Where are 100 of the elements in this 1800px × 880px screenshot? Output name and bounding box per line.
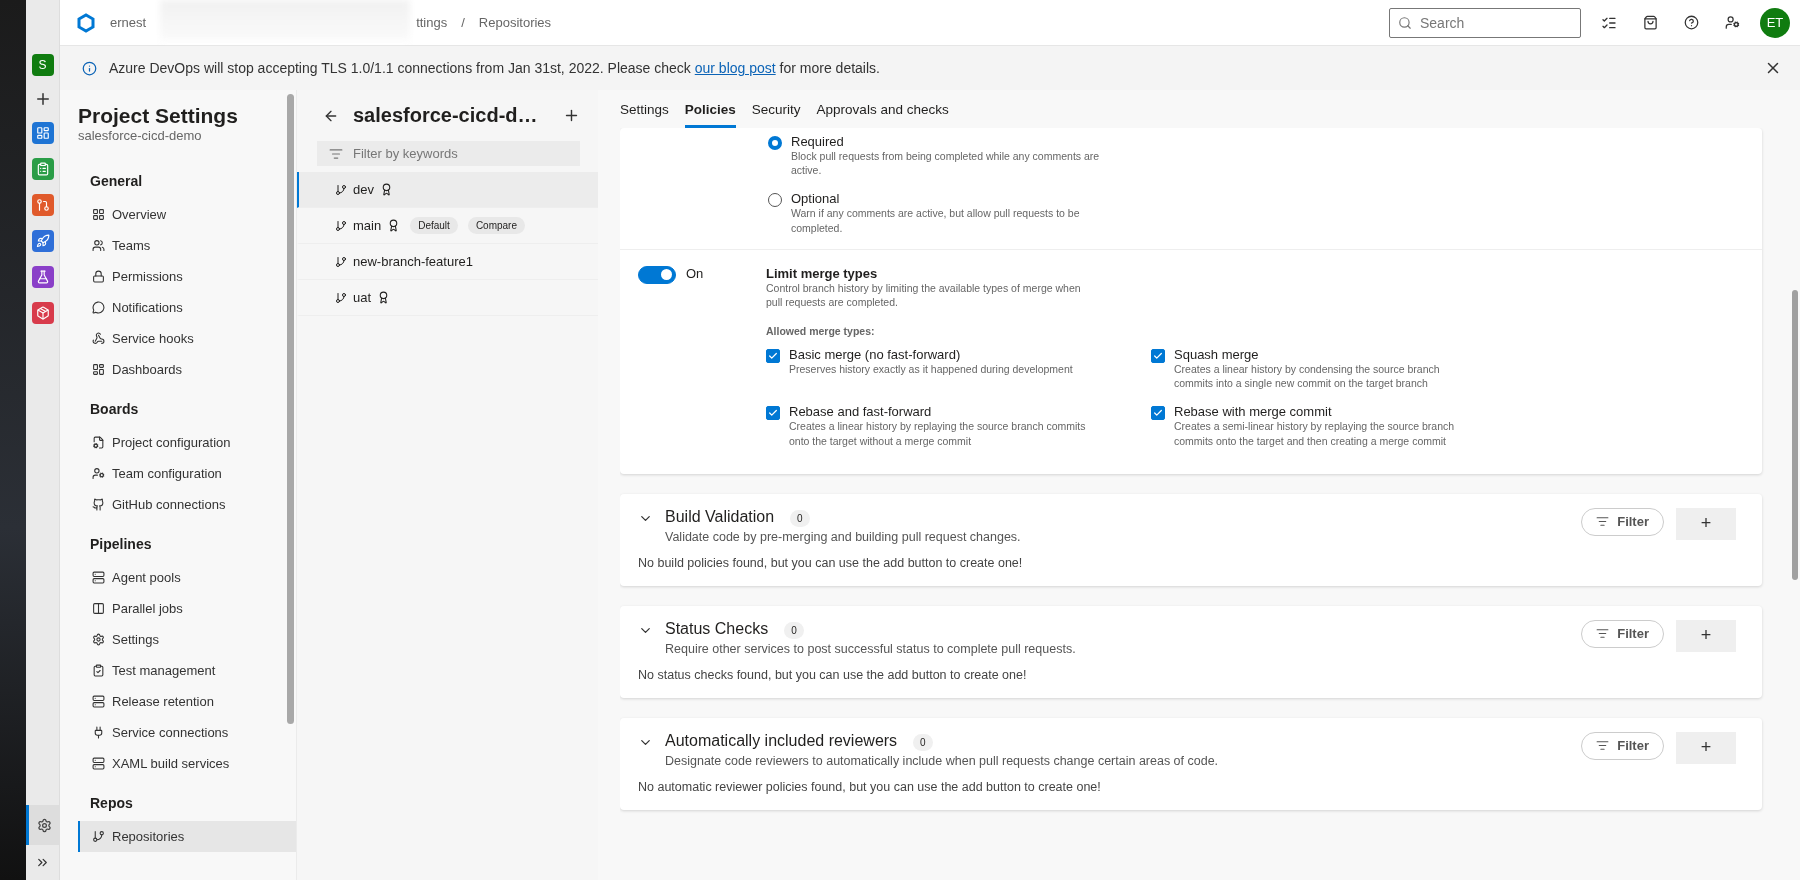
checkbox[interactable] [766,406,780,421]
toggle-switch[interactable] [638,265,676,284]
option-description: Warn if any comments are active, but allow pull requests to be completed. [791,206,1081,235]
check-icon [1153,351,1163,362]
nav-item[interactable]: Release retention [78,686,296,717]
filter-icon [329,146,343,161]
checkbox[interactable] [766,349,780,364]
add-button[interactable]: + [1676,507,1736,540]
nav-item[interactable]: GitHub connections [78,489,296,520]
tab[interactable]: Security [751,94,801,128]
nav-item[interactable]: Notifications [78,292,296,323]
add-button[interactable]: + [1676,619,1736,652]
service-icon[interactable] [31,266,54,288]
branch-tag: Default [410,217,458,234]
count-badge: 0 [913,733,933,751]
count-badge: 0 [784,621,804,639]
blog-post-link[interactable]: our blog post [694,60,776,76]
search-field[interactable]: Search [1389,7,1581,38]
add-icon[interactable] [563,107,580,124]
section-description: Validate code by pre-merging and building pull request changes. [665,529,1021,544]
breadcrumb-item[interactable]: Repositories [478,15,552,30]
service-icon[interactable] [31,158,54,180]
breadcrumb-item[interactable]: ernest [110,15,147,30]
branch-name: dev [353,182,374,197]
branch-icon [335,219,347,232]
checkbox[interactable] [1151,349,1165,364]
nav-item-label: Permissions [112,269,183,284]
empty-message: No build policies found, but you can use the add button to create one! [637,554,1024,572]
nav-item[interactable]: Teams [78,230,296,261]
nav-item-icon [92,664,105,677]
nav-item-icon [92,208,105,221]
policy-description: Control branch history by limiting the available types of merge when pull requests are completed. [766,281,1082,310]
filter-button[interactable]: Filter [1581,731,1664,760]
checkbox[interactable] [1151,406,1165,421]
settings-icon[interactable] [26,805,59,845]
nav-item[interactable]: Settings [78,624,296,655]
option-description: Creates a linear history by condensing the source branch commits into a single new commit on the target branch [1174,362,1441,391]
organization-avatar[interactable]: S [31,54,54,76]
nav-section-heading: Repos [90,795,134,811]
nav-item-icon [92,633,105,646]
add-button[interactable]: + [1676,731,1736,764]
nav-item[interactable]: Test management [78,655,296,686]
nav-item[interactable]: Parallel jobs [78,593,296,624]
nav-item-icon [92,498,105,511]
nav-item[interactable]: Team configuration [78,458,296,489]
service-icon[interactable] [31,230,54,252]
branch-row[interactable]: uat [297,280,598,316]
nav-item-label: Overview [112,207,167,222]
nav-item-label: GitHub connections [112,497,226,512]
filter-button[interactable]: Filter [1581,619,1664,648]
service-icon[interactable] [31,122,54,144]
branch-icon [335,183,347,196]
empty-message: No status checks found, but you can use the add button to create one! [637,666,1028,684]
nav-item-label: XAML build services [112,756,230,771]
page-title: Project Settings [78,104,239,128]
logo-icon[interactable] [76,12,96,33]
filter-button[interactable]: Filter [1581,507,1664,536]
nav-item[interactable]: Dashboards [78,354,296,385]
nav-item-label: Teams [112,238,151,253]
option-description: Block pull requests from being completed while any comments are active. [791,149,1101,178]
filter-icon [1596,515,1610,529]
check-icon [1153,408,1163,419]
breadcrumb-item[interactable]: ttings [416,15,448,30]
nav-item[interactable]: Repositories [78,821,296,852]
option-label: Basic merge (no fast-forward) [789,347,962,363]
nav-item-icon [92,301,105,314]
branch-row[interactable]: new-branch-feature1 [297,244,598,280]
info-icon [82,60,97,76]
branch-row[interactable]: main Default Compare [297,208,598,244]
option-description: Creates a semi-linear history by replaying the source branch commits onto the target and then creating a merge commit [1174,419,1456,448]
nav-item[interactable]: XAML build services [78,748,296,779]
nav-item[interactable]: Overview [78,199,296,230]
nav-item[interactable]: Agent pools [78,562,296,593]
filter-field[interactable]: Filter by keywords [317,141,580,166]
nav-item[interactable]: Service connections [78,717,296,748]
nav-item[interactable]: Project configuration [78,427,296,458]
option-description: Creates a linear history by replaying the source branch commits onto the target without a merge commit [789,419,1087,448]
filter-icon [1596,739,1610,753]
nav-item-label: Notifications [112,300,183,315]
user-avatar[interactable]: ET [1760,7,1790,38]
search-icon [1398,15,1412,30]
branch-name: uat [353,290,372,305]
tab[interactable]: Settings [620,94,669,128]
count-badge: 0 [790,509,810,527]
nav-item-label: Agent pools [112,570,181,585]
nav-item[interactable]: Permissions [78,261,296,292]
filter-icon [1596,627,1610,641]
nav-item-label: Settings [112,632,159,647]
nav-item-icon [92,467,105,480]
branch-icon [335,291,347,304]
branch-row[interactable]: dev [297,172,598,208]
tab[interactable]: Approvals and checks [816,94,949,128]
option-description: Preserves history exactly as it happened during development [789,362,1073,377]
nav-item-label: Service hooks [112,331,194,346]
service-icon[interactable] [31,194,54,216]
nav-item-label: Test management [112,663,216,678]
radio-button[interactable] [768,136,782,150]
nav-item[interactable]: Service hooks [78,323,296,354]
service-icon[interactable] [31,302,54,324]
option-label: Required [791,134,845,149]
